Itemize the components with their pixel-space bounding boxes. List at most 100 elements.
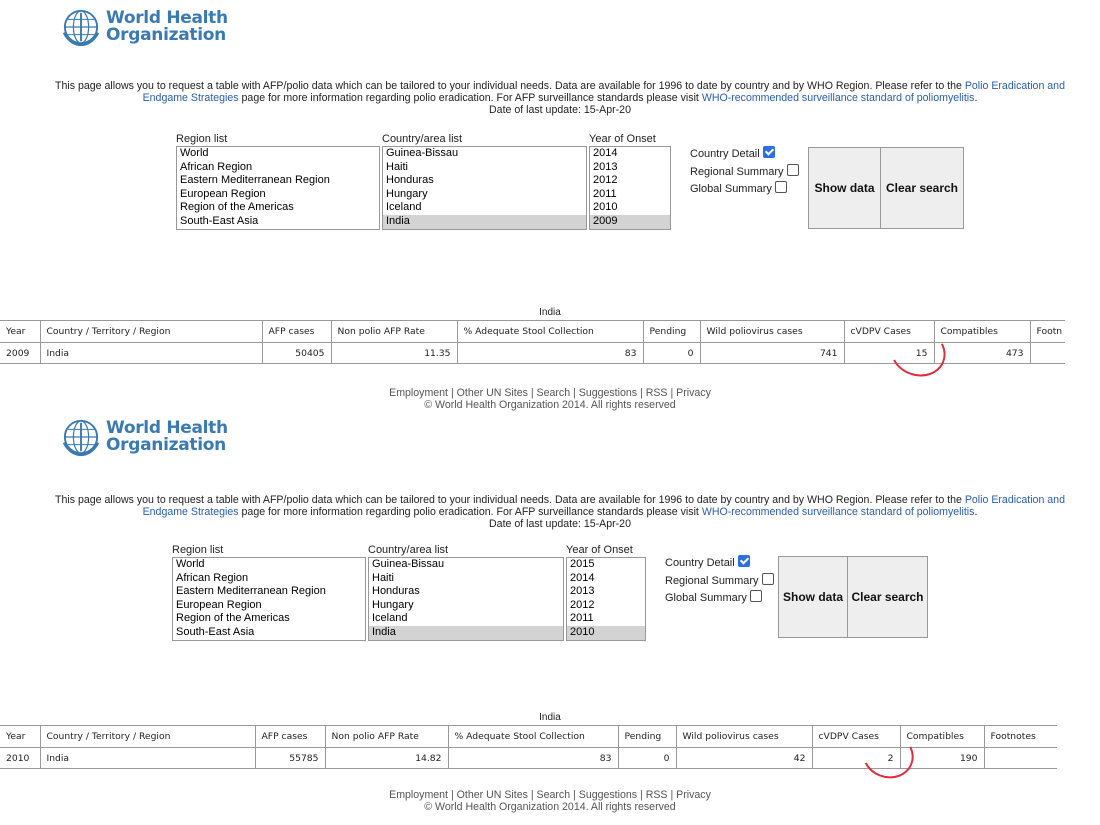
col-compatibles[interactable]: Compatibles [899,725,984,748]
list-item-selected[interactable]: 2009 [590,214,670,229]
footer-link-rss[interactable]: RSS [646,387,668,399]
list-item[interactable]: South-East Asia [177,215,379,229]
list-item-selected[interactable]: 2010 [567,625,645,640]
list-item[interactable]: South-East Asia [173,626,365,640]
col-compatibles[interactable]: Compatibles [933,320,1030,343]
footer-link-employment[interactable]: Employment [389,789,448,801]
col-non-polio-afp-rate[interactable]: Non polio AFP Rate [330,320,457,343]
list-item[interactable]: Eastern Mediterranean Region [173,585,365,599]
show-data-button[interactable]: Show data [808,147,881,229]
list-item[interactable]: 2011 [567,612,645,626]
list-item[interactable]: Honduras [383,174,586,188]
list-item[interactable]: Region of the Americas [173,612,365,626]
list-item[interactable]: Haiti [369,572,563,586]
regional-summary-checkbox[interactable] [761,572,774,585]
list-item[interactable]: European Region [177,188,379,202]
col-afp-cases[interactable]: AFP cases [254,725,325,748]
footer-link-suggestions[interactable]: Suggestions [579,387,637,399]
list-item[interactable]: Guinea-Bissau [369,558,563,572]
clear-search-button[interactable]: Clear search [847,556,928,638]
footer-link-other-un-sites[interactable]: Other UN Sites [457,387,528,399]
regional-summary-option[interactable]: Regional Summary [665,572,774,591]
regional-summary-option[interactable]: Regional Summary [690,163,799,182]
col-pending[interactable]: Pending [617,725,676,748]
col-year[interactable]: Year [0,725,40,748]
list-item[interactable]: 2013 [567,585,645,599]
global-summary-option[interactable]: Global Summary [665,590,774,608]
country-listbox[interactable]: Guinea-Bissau Haiti Honduras Hungary Ice… [382,146,587,230]
col-adequate-stool[interactable]: % Adequate Stool Collection [447,725,618,748]
country-detail-checkbox[interactable] [762,146,775,158]
list-item[interactable]: World [177,147,379,161]
list-item[interactable]: 2011 [590,188,670,202]
clear-search-button[interactable]: Clear search [880,147,964,229]
footer-link-privacy[interactable]: Privacy [676,387,711,399]
col-wild-poliovirus[interactable]: Wild poliovirus cases [675,725,812,748]
country-detail-option[interactable]: Country Detail [665,555,774,573]
list-item[interactable]: Guinea-Bissau [383,147,586,161]
list-item[interactable]: 2015 [567,558,645,572]
year-listbox[interactable]: 2015 2014 2013 2012 2011 2010 [566,557,646,641]
region-listbox[interactable]: World African Region Eastern Mediterrane… [176,146,380,230]
last-update: Date of last update: 15-Apr-20 [489,104,631,116]
list-item[interactable]: Iceland [369,612,563,626]
list-item[interactable]: Eastern Mediterranean Region [177,174,379,188]
list-item[interactable]: European Region [173,599,365,613]
col-country[interactable]: Country / Territory / Region [39,725,255,748]
col-footnotes[interactable]: Footnotes [983,725,1057,748]
list-item[interactable]: 2012 [567,599,645,613]
list-item[interactable]: 2012 [590,174,670,188]
year-list[interactable]: Year of Onset 2015 2014 2013 2012 2011 2… [566,544,646,641]
country-listbox[interactable]: Guinea-Bissau Haiti Honduras Hungary Ice… [368,557,564,641]
country-list[interactable]: Country/area list Guinea-Bissau Haiti Ho… [382,133,587,230]
list-item[interactable]: African Region [177,161,379,175]
region-list[interactable]: Region list World African Region Eastern… [172,544,366,641]
list-item[interactable]: 2014 [590,147,670,161]
col-non-polio-afp-rate[interactable]: Non polio AFP Rate [324,725,448,748]
col-adequate-stool[interactable]: % Adequate Stool Collection [456,320,643,343]
who-logo[interactable]: World Health Organization [62,8,228,46]
footer-link-search[interactable]: Search [537,789,571,801]
surveillance-standard-link[interactable]: WHO-recommended surveillance standard of… [702,506,975,518]
list-item[interactable]: Region of the Americas [177,201,379,215]
show-data-button[interactable]: Show data [778,556,848,638]
global-summary-checkbox[interactable] [749,590,762,602]
col-pending[interactable]: Pending [642,320,700,343]
list-item[interactable]: 2014 [567,572,645,586]
country-detail-checkbox[interactable] [737,555,750,567]
list-item[interactable]: Honduras [369,585,563,599]
list-item[interactable]: African Region [173,572,365,586]
list-item-selected[interactable]: India [369,625,563,640]
year-list[interactable]: Year of Onset 2014 2013 2012 2011 2010 2… [589,133,671,230]
footer-link-suggestions[interactable]: Suggestions [579,789,637,801]
list-item[interactable]: Haiti [383,161,586,175]
global-summary-option[interactable]: Global Summary [690,181,799,199]
col-wild-poliovirus[interactable]: Wild poliovirus cases [699,320,844,343]
col-afp-cases[interactable]: AFP cases [261,320,331,343]
footer-link-search[interactable]: Search [537,387,571,399]
col-year[interactable]: Year [0,320,40,343]
who-logo[interactable]: World Health Organization [62,418,228,456]
regional-summary-checkbox[interactable] [786,163,799,176]
list-item[interactable]: Hungary [369,599,563,613]
list-item[interactable]: Iceland [383,201,586,215]
region-list[interactable]: Region list World African Region Eastern… [176,133,380,230]
list-item[interactable]: Hungary [383,188,586,202]
footer-link-other-un-sites[interactable]: Other UN Sites [457,789,528,801]
footer-link-employment[interactable]: Employment [389,387,448,399]
footer-link-rss[interactable]: RSS [646,789,668,801]
list-item-selected[interactable]: India [383,214,586,229]
country-list[interactable]: Country/area list Guinea-Bissau Haiti Ho… [368,544,564,641]
col-country[interactable]: Country / Territory / Region [39,320,262,343]
year-listbox[interactable]: 2014 2013 2012 2011 2010 2009 [589,146,671,230]
cell-wild-poliovirus: 741 [699,342,844,364]
list-item[interactable]: World [173,558,365,572]
list-item[interactable]: 2013 [590,161,670,175]
global-summary-checkbox[interactable] [774,181,787,193]
surveillance-standard-link[interactable]: WHO-recommended surveillance standard of… [702,92,975,104]
col-footnotes[interactable]: Footn [1029,320,1065,343]
list-item[interactable]: 2010 [590,201,670,215]
footer-link-privacy[interactable]: Privacy [676,789,711,801]
region-listbox[interactable]: World African Region Eastern Mediterrane… [172,557,366,641]
country-detail-option[interactable]: Country Detail [690,146,799,164]
